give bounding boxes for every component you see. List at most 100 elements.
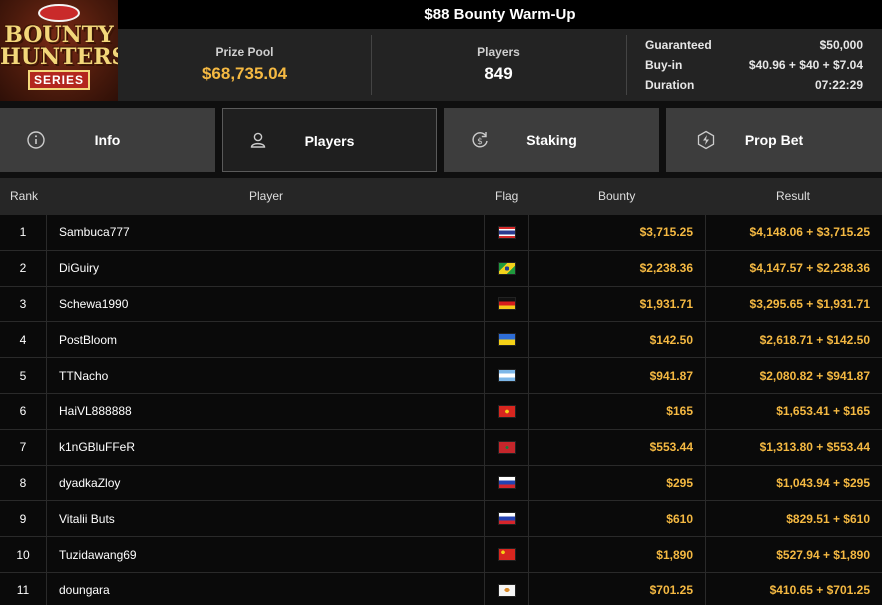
rank-cell: 6 — [19, 404, 27, 419]
column-rank: Rank — [10, 189, 39, 203]
bounty-cell: $701.25 — [528, 572, 705, 605]
guaranteed-row: Guaranteed $50,000 — [645, 37, 863, 57]
guaranteed-value: $50,000 — [819, 38, 863, 52]
rank-cell: 10 — [16, 547, 30, 562]
table-row[interactable]: 10 Tuzidawang69 $1,890 $527.94 + $1,890 — [0, 537, 882, 573]
players-block: Players 849 — [371, 29, 626, 101]
table-row[interactable]: 9 Vitalii Buts $610 $829.51 + $610 — [0, 501, 882, 538]
flag-cell — [484, 286, 528, 322]
tab-bar: Info Players $ Staking Prop Bet — [0, 108, 882, 172]
flag-cell — [484, 215, 528, 250]
prize-pool-value: $68,735.04 — [201, 64, 288, 83]
player-name-cell: PostBloom — [46, 322, 484, 358]
bounty-cell: $610 — [528, 501, 705, 537]
column-flag: Flag — [495, 189, 519, 203]
player-name-cell: Tuzidawang69 — [46, 537, 484, 572]
tab-players[interactable]: Players — [222, 108, 437, 172]
flag-cell — [484, 465, 528, 501]
result-cell: $829.51 + $610 — [705, 501, 882, 537]
bounty-cell: $1,890 — [528, 537, 705, 572]
players-table-body: 1 Sambuca777 $3,715.25 $4,148.06 + $3,71… — [0, 215, 882, 605]
table-row[interactable]: 8 dyadkaZloy $295 $1,043.94 + $295 — [0, 465, 882, 502]
country-flag-icon — [497, 369, 516, 383]
rank-cell: 1 — [19, 225, 27, 240]
player-name-cell: TTNacho — [46, 358, 484, 393]
country-flag-icon — [497, 297, 516, 311]
player-name-cell: k1nGBluFFeR — [46, 429, 484, 465]
table-row[interactable]: 2 DiGuiry $2,238.36 $4,147.57 + $2,238.3… — [0, 250, 882, 287]
country-flag-icon — [497, 548, 516, 562]
tournament-title: $88 Bounty Warm-Up — [118, 0, 882, 29]
tab-prop-bet[interactable]: Prop Bet — [666, 108, 882, 172]
country-flag-icon — [497, 333, 516, 347]
player-name-cell: Schewa1990 — [46, 286, 484, 322]
result-cell: $1,313.80 + $553.44 — [705, 429, 882, 465]
player-name-cell: DiGuiry — [46, 250, 484, 286]
country-flag-icon — [497, 512, 516, 526]
country-flag-icon — [497, 404, 516, 418]
tab-prop-bet-label: Prop Bet — [744, 132, 804, 148]
logo-text-line3: SERIES — [28, 70, 90, 90]
prize-pool-label: Prize Pool — [215, 45, 274, 59]
rank-cell: 8 — [19, 475, 27, 490]
result-cell: $4,148.06 + $3,715.25 — [705, 215, 882, 250]
tab-info-label: Info — [94, 132, 121, 148]
bounty-cell: $2,238.36 — [528, 250, 705, 286]
result-cell: $1,653.41 + $165 — [705, 393, 882, 429]
flag-cell — [484, 322, 528, 358]
rank-cell: 4 — [19, 332, 27, 347]
result-cell: $410.65 + $701.25 — [705, 572, 882, 605]
rank-cell: 5 — [19, 368, 27, 383]
rank-cell: 9 — [19, 511, 27, 526]
stats-divider — [626, 35, 627, 95]
result-cell: $2,080.82 + $941.87 — [705, 358, 882, 393]
bounty-cell: $3,715.25 — [528, 215, 705, 250]
duration-value: 07:22:29 — [814, 78, 863, 92]
tab-staking[interactable]: $ Staking — [444, 108, 659, 172]
buyin-label: Buy-in — [645, 58, 683, 72]
bounty-cell: $295 — [528, 465, 705, 501]
flag-cell — [484, 501, 528, 537]
flag-cell — [484, 537, 528, 572]
bounty-cell: $553.44 — [528, 429, 705, 465]
flag-cell — [484, 429, 528, 465]
tournament-stats: Prize Pool $68,735.04 Players 849 Guaran… — [118, 29, 882, 101]
buyin-value: $40.96 + $40 + $7.04 — [748, 58, 863, 72]
bounty-cell: $1,931.71 — [528, 286, 705, 322]
bounty-cell: $941.87 — [528, 358, 705, 393]
table-row[interactable]: 7 k1nGBluFFeR $553.44 $1,313.80 + $553.4… — [0, 429, 882, 466]
poker-chip-icon — [38, 4, 80, 22]
bounty-cell: $142.50 — [528, 322, 705, 358]
logo-text-line2: HUNTERS — [0, 44, 118, 70]
table-row[interactable]: 1 Sambuca777 $3,715.25 $4,148.06 + $3,71… — [0, 215, 882, 251]
players-value: 849 — [484, 64, 513, 83]
result-cell: $2,618.71 + $142.50 — [705, 322, 882, 358]
buyin-row: Buy-in $40.96 + $40 + $7.04 — [645, 57, 863, 77]
flag-cell — [484, 393, 528, 429]
result-cell: $1,043.94 + $295 — [705, 465, 882, 501]
bounty-cell: $165 — [528, 393, 705, 429]
duration-label: Duration — [645, 78, 695, 92]
flag-cell — [484, 572, 528, 605]
flag-cell — [484, 250, 528, 286]
country-flag-icon — [497, 476, 516, 490]
column-bounty: Bounty — [598, 189, 636, 203]
tab-players-label: Players — [304, 133, 355, 149]
table-row[interactable]: 6 HaiVL888888 $165 $1,653.41 + $165 — [0, 393, 882, 430]
table-row[interactable]: 5 TTNacho $941.87 $2,080.82 + $941.87 — [0, 358, 882, 394]
bounty-hunters-series-logo: BOUNTY HUNTERS SERIES — [0, 0, 118, 101]
rank-cell: 7 — [19, 440, 27, 455]
table-row[interactable]: 4 PostBloom $142.50 $2,618.71 + $142.50 — [0, 322, 882, 359]
table-row[interactable]: 3 Schewa1990 $1,931.71 $3,295.65 + $1,93… — [0, 286, 882, 323]
rank-cell: 3 — [19, 296, 27, 311]
tab-info[interactable]: Info — [0, 108, 215, 172]
table-row[interactable]: 11 doungara $701.25 $410.65 + $701.25 — [0, 572, 882, 605]
country-flag-icon — [497, 583, 516, 597]
country-flag-icon — [497, 440, 516, 454]
rank-cell: 11 — [16, 583, 30, 598]
result-cell: $3,295.65 + $1,931.71 — [705, 286, 882, 322]
prize-pool-block: Prize Pool $68,735.04 — [118, 29, 371, 101]
result-cell: $4,147.57 + $2,238.36 — [705, 250, 882, 286]
guaranteed-label: Guaranteed — [645, 38, 712, 52]
country-flag-icon — [497, 225, 516, 239]
